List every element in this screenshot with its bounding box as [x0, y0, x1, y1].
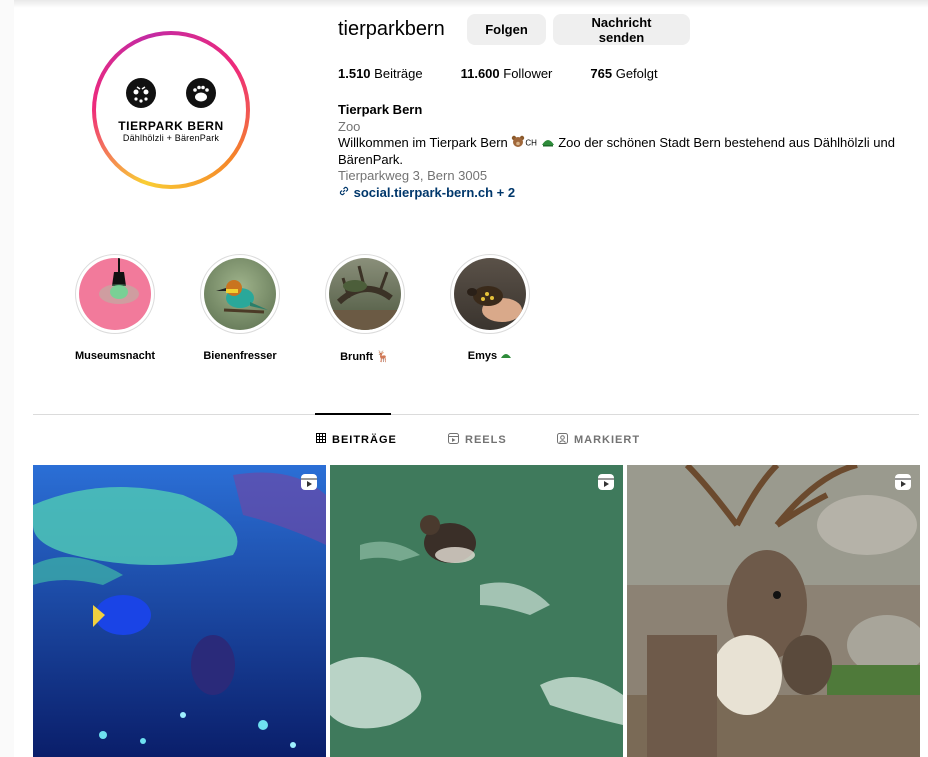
- tab-label: MARKIERT: [574, 434, 641, 446]
- reel-badge-icon: [894, 473, 912, 496]
- tierpark-logo: TIERPARK BERN Dählhölzli + BärenPark: [99, 38, 243, 182]
- following-count: 765: [590, 66, 613, 81]
- highlight-ring: [325, 254, 405, 334]
- bio-text: Willkommen im Tierpark Bern CH Zoo der s…: [338, 135, 918, 168]
- bio-link-row[interactable]: social.tierpark-bern.ch + 2: [338, 185, 918, 202]
- highlight-label: Bienenfresser: [203, 350, 277, 362]
- highlight-label: Museumsnacht: [75, 350, 156, 362]
- bird-photo: [204, 258, 276, 330]
- highlight-label-text: Brunft: [340, 351, 374, 363]
- logo-subtitle: Dählhölzli + BärenPark: [122, 132, 220, 143]
- highlight-label: Brunft 🦌: [325, 350, 405, 363]
- profile-avatar[interactable]: TIERPARK BERN Dählhölzli + BärenPark: [92, 31, 250, 189]
- tab-markiert[interactable]: MARKIERT: [557, 433, 640, 447]
- avatar-gap: TIERPARK BERN Dählhölzli + BärenPark: [96, 35, 246, 185]
- highlight-ring: [200, 254, 280, 334]
- posts-count: 1.510: [338, 66, 371, 81]
- top-shadow: [0, 0, 928, 8]
- highlight-museumsnacht[interactable]: Museumsnacht: [75, 254, 155, 362]
- reel-badge-icon: [597, 473, 615, 496]
- post-duck[interactable]: [330, 465, 623, 757]
- profile-stats: 1.510 Beiträge 11.600 Follower 765 Gefol…: [338, 66, 696, 81]
- link-icon: [338, 185, 350, 202]
- post-reindeer[interactable]: [627, 465, 920, 757]
- deer-emoji: 🦌: [376, 351, 390, 363]
- tab-label: REELS: [465, 434, 507, 446]
- follow-button[interactable]: Folgen: [467, 14, 546, 45]
- turtle-photo: [454, 258, 526, 330]
- bear-icon: [511, 135, 525, 152]
- highlight-label: Emys: [450, 350, 530, 362]
- highlight-brunft[interactable]: Brunft 🦌: [325, 254, 405, 363]
- highlight-bienenfresser[interactable]: Bienenfresser: [200, 254, 280, 362]
- category: Zoo: [338, 118, 361, 134]
- following-stat[interactable]: 765 Gefolgt: [590, 66, 657, 81]
- post-aquarium-fish[interactable]: [33, 465, 326, 757]
- full-name: Tierpark Bern: [338, 102, 423, 117]
- website-link[interactable]: social.tierpark-bern.ch + 2: [354, 185, 515, 200]
- highlight-emys[interactable]: Emys: [450, 254, 530, 362]
- profile-page: TIERPARK BERN Dählhölzli + BärenPark tie…: [0, 0, 928, 757]
- reel-badge-icon: [300, 473, 318, 496]
- left-edge: [0, 0, 14, 757]
- ch-flag-label: CH: [525, 138, 537, 148]
- active-tab-indicator: [315, 413, 391, 415]
- face-icon: [126, 77, 156, 108]
- turtle-emoji: [500, 350, 512, 362]
- posts-label: Beiträge: [374, 66, 423, 81]
- reels-icon: [448, 433, 459, 447]
- followers-label: Follower: [503, 66, 553, 81]
- grid-icon: [316, 433, 326, 446]
- profile-bio: Tierpark Bern Zoo Willkommen im Tierpark…: [338, 102, 918, 202]
- followers-stat[interactable]: 11.600 Follower: [461, 66, 553, 81]
- bio-text-start: Willkommen im Tierpark Bern: [338, 135, 508, 150]
- turtle-icon: [541, 135, 555, 152]
- tabs-divider: [33, 414, 919, 415]
- following-label: Gefolgt: [615, 66, 658, 81]
- username: tierparkbern: [338, 18, 445, 40]
- address: Tierparkweg 3, Bern 3005: [338, 168, 488, 184]
- posts-stat: 1.510 Beiträge: [338, 66, 423, 81]
- highlight-label-text: Emys: [467, 350, 498, 362]
- highlight-ring: [75, 254, 155, 334]
- highlight-ring: [450, 254, 530, 334]
- logo-icons: [126, 77, 216, 108]
- tagged-icon: [557, 433, 568, 447]
- lightbulb-icon: [79, 258, 151, 330]
- bear-paw-icon: [186, 77, 216, 108]
- send-message-button[interactable]: Nachricht senden: [553, 14, 690, 45]
- tab-reels[interactable]: REELS: [448, 433, 507, 447]
- followers-count: 11.600: [460, 66, 500, 81]
- tab-label: BEITRÄGE: [332, 433, 397, 446]
- tree-photo: [329, 258, 401, 330]
- logo-name: TIERPARK BERN: [118, 118, 224, 133]
- tab-beitraege[interactable]: BEITRÄGE: [316, 433, 397, 446]
